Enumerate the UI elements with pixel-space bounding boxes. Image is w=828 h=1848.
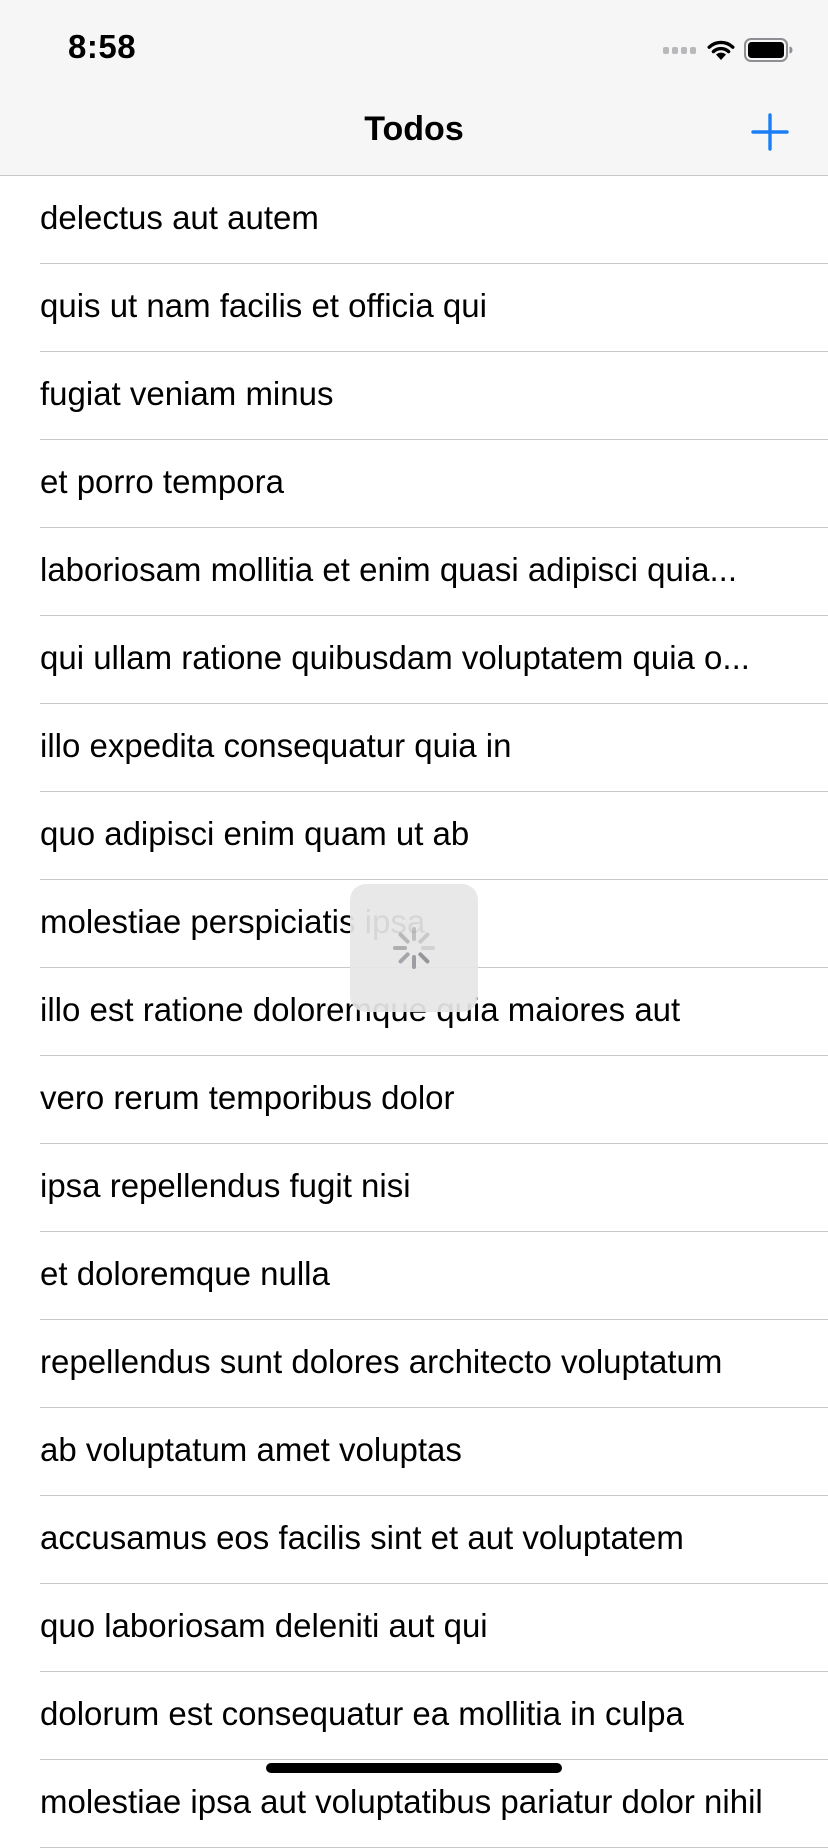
todo-title: dolorum est consequatur ea mollitia in c… — [40, 1695, 684, 1732]
todo-row[interactable]: laboriosam mollitia et enim quasi adipis… — [0, 528, 828, 616]
todo-title: vero rerum temporibus dolor — [40, 1079, 455, 1116]
todo-row[interactable]: illo expedita consequatur quia in — [0, 704, 828, 792]
todo-row[interactable]: ipsa repellendus fugit nisi — [0, 1144, 828, 1232]
spinner-spoke — [418, 932, 430, 944]
todo-title: repellendus sunt dolores architecto volu… — [40, 1343, 723, 1380]
todo-row[interactable]: delectus aut autem — [0, 176, 828, 264]
add-todo-button[interactable] — [750, 112, 790, 152]
todo-title: quo adipisci enim quam ut ab — [40, 815, 470, 852]
todo-title: molestiae ipsa aut voluptatibus pariatur… — [40, 1783, 763, 1820]
todo-title: quis ut nam facilis et officia qui — [40, 287, 487, 324]
todo-row[interactable]: et porro tempora — [0, 440, 828, 528]
todo-title: delectus aut autem — [40, 199, 319, 236]
todo-row[interactable]: molestiae ipsa aut voluptatibus pariatur… — [0, 1760, 828, 1848]
todo-title: qui ullam ratione quibusdam voluptatem q… — [40, 639, 750, 676]
status-time: 8:58 — [68, 28, 137, 65]
page-title: Todos — [364, 110, 464, 148]
todo-title: fugiat veniam minus — [40, 375, 334, 412]
todo-title: et porro tempora — [40, 463, 284, 500]
navigation-bar: 8:58 Todos — [0, 0, 828, 176]
todo-row[interactable]: quo laboriosam deleniti aut qui — [0, 1584, 828, 1672]
todo-row[interactable]: ab voluptatum amet voluptas — [0, 1408, 828, 1496]
todo-title: et doloremque nulla — [40, 1255, 330, 1292]
loading-overlay — [350, 884, 478, 1012]
activity-spinner-icon — [393, 927, 435, 969]
todo-row[interactable]: fugiat veniam minus — [0, 352, 828, 440]
todo-list: delectus aut autem quis ut nam facilis et… — [0, 176, 828, 1848]
home-indicator[interactable] — [266, 1763, 562, 1773]
todo-title: quo laboriosam deleniti aut qui — [40, 1607, 488, 1644]
battery-icon — [744, 38, 793, 62]
todo-row[interactable]: vero rerum temporibus dolor — [0, 1056, 828, 1144]
todo-row[interactable]: dolorum est consequatur ea mollitia in c… — [0, 1672, 828, 1760]
todo-row[interactable]: accusamus eos facilis sint et aut volupt… — [0, 1496, 828, 1584]
spinner-spoke — [418, 952, 430, 964]
todo-title: ab voluptatum amet voluptas — [40, 1431, 462, 1468]
wifi-icon — [707, 40, 735, 60]
spinner-spoke — [398, 952, 410, 964]
cellular-signal-icon — [663, 46, 696, 54]
todo-row[interactable]: et doloremque nulla — [0, 1232, 828, 1320]
spinner-spoke — [398, 932, 410, 944]
todo-title: illo expedita consequatur quia in — [40, 727, 512, 764]
todo-row[interactable]: quo adipisci enim quam ut ab — [0, 792, 828, 880]
todo-row[interactable]: repellendus sunt dolores architecto volu… — [0, 1320, 828, 1408]
status-icons — [663, 36, 794, 64]
todo-title: accusamus eos facilis sint et aut volupt… — [40, 1519, 684, 1556]
todo-title: ipsa repellendus fugit nisi — [40, 1167, 411, 1204]
todo-row[interactable]: qui ullam ratione quibusdam voluptatem q… — [0, 616, 828, 704]
todo-row[interactable]: quis ut nam facilis et officia qui — [0, 264, 828, 352]
todo-title: laboriosam mollitia et enim quasi adipis… — [40, 551, 737, 588]
